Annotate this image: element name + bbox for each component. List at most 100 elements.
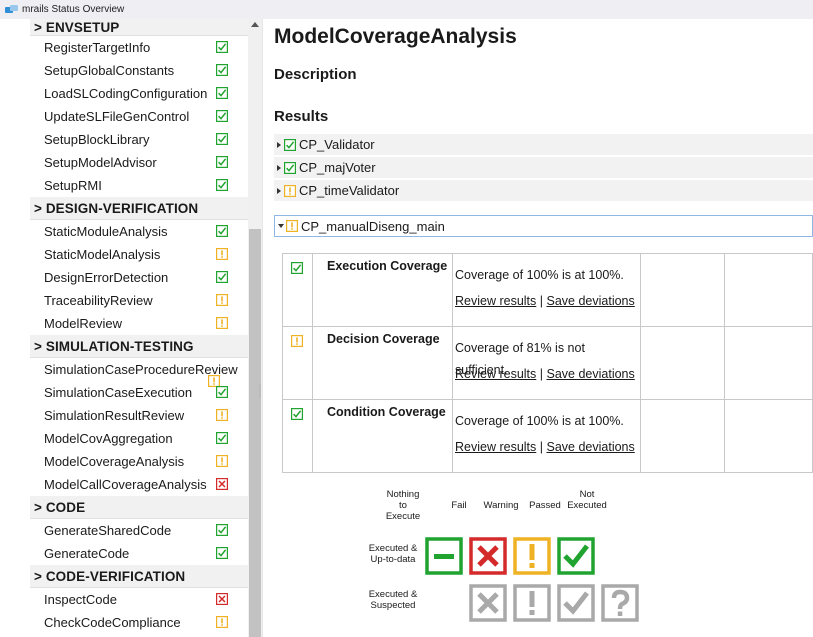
warning-icon [284,184,296,197]
sidebar-item[interactable]: SetupBlockLibrary [30,128,248,151]
result-label: CP_majVoter [299,160,376,175]
sidebar-item[interactable]: ModelCovAggregation [30,427,248,450]
expand-right-icon[interactable] [277,187,281,194]
description-heading: Description [274,66,357,83]
coverage-row: Decision Coverage Coverage of 81% is not … [282,326,813,400]
sidebar-scrollbar[interactable] [248,19,262,637]
results-heading: Results [274,108,329,125]
expand-down-icon[interactable] [278,224,284,228]
warning-icon [216,409,228,421]
sidebar-item-label: InspectCode [44,592,117,607]
sidebar-item-label: SimulationResultReview [44,408,185,423]
sidebar-item[interactable]: InspectCode [30,588,248,611]
passed-check-icon [216,432,228,444]
coverage-row: Execution Coverage Coverage of 100% is at… [282,253,813,327]
sidebar-item-label: CheckCodeCompliance [44,615,181,630]
save-deviations-link[interactable]: Save deviations [547,294,635,308]
sidebar-item[interactable]: ModelCoverageAnalysis [30,450,248,473]
link-separator: | [539,440,544,454]
scroll-up-icon[interactable] [251,22,259,27]
coverage-text: Coverage of 100% is at 100%. [455,414,624,428]
sidebar-item[interactable]: SimulationCaseProcedureReview [30,358,248,387]
review-results-link[interactable]: Review results [455,440,536,454]
sidebar-section-header[interactable]: > SIMULATION-TESTING [30,335,248,358]
status-legend: Nothing to Execute Fail Warning Passed Not Exe… [363,485,683,635]
review-results-link[interactable]: Review results [455,367,536,381]
sidebar-item[interactable]: UpdateSLFileGenControl [30,105,248,128]
sidebar-item-label: TraceabilityReview [44,293,153,308]
sidebar-item-label: ModelCallCoverageAnalysis [44,477,207,492]
passed-check-icon [216,524,228,536]
sidebar-item-label: SimulationCaseExecution [44,385,193,400]
sidebar-item[interactable]: RegisterTargetInfo [30,36,248,59]
warning-icon [286,220,298,232]
warning-icon [291,334,303,347]
sidebar-section-header[interactable]: > CODE-VERIFICATION [30,565,248,588]
coverage-name: Execution Coverage [312,253,453,327]
passed-check-icon [216,110,228,122]
save-deviations-link[interactable]: Save deviations [547,440,635,454]
result-row[interactable]: CP_timeValidator [274,180,813,202]
sidebar-item[interactable]: DesignErrorDetection [30,266,248,289]
review-results-link[interactable]: Review results [455,294,536,308]
sidebar-item[interactable]: StaticModuleAnalysis [30,220,248,243]
sidebar-item[interactable]: SimulationCaseExecution [30,381,248,404]
sidebar-item[interactable]: SimulationResultReview [30,404,248,427]
sidebar-item-label: StaticModelAnalysis [44,247,161,262]
sidebar-item-label: SetupModelAdvisor [44,155,157,170]
passed-check-icon [216,386,228,398]
sidebar-item[interactable]: SetupRMI [30,174,248,197]
sidebar-item[interactable]: TraceabilityReview [30,289,248,312]
legend-column-label: Warning [483,500,519,511]
scroll-thumb[interactable] [249,229,261,637]
link-separator: | [539,367,544,381]
fail-x-icon [216,478,228,490]
sidebar-item[interactable]: SetupGlobalConstants [30,59,248,82]
not-executed-icon [601,584,639,622]
sidebar-item[interactable]: GenerateCode [30,542,248,565]
passed-check-icon [216,271,228,283]
sidebar-item-label: ModelCovAggregation [44,431,173,446]
sidebar-item[interactable]: CheckCodeCompliance [30,611,248,634]
passed-check-icon [216,133,228,145]
passed-check-icon [216,179,228,191]
warning-icon [216,248,228,260]
result-label: CP_Validator [299,137,375,152]
warning-icon [513,537,551,575]
sidebar-item[interactable]: ModelCallCoverageAnalysis [30,473,248,496]
sidebar-item-label: StaticModuleAnalysis [44,224,168,239]
passed-check-icon [284,161,296,174]
save-deviations-link[interactable]: Save deviations [547,367,635,381]
result-row[interactable]: CP_Validator [274,134,813,156]
fail-x-icon [216,593,228,605]
sidebar-item-label: UpdateSLFileGenControl [44,109,190,124]
sidebar-section-header[interactable]: > CODE [30,496,248,519]
sidebar-item[interactable]: GenerateSharedCode [30,519,248,542]
sidebar: > ENVSETUP RegisterTargetInfo SetupGlobalC… [30,19,248,637]
passed-check-icon [291,407,303,420]
sidebar-item[interactable]: SetupModelAdvisor [30,151,248,174]
coverage-row: Condition Coverage Coverage of 100% is at… [282,399,813,473]
result-row[interactable]: CP_majVoter [274,157,813,179]
expand-right-icon[interactable] [277,141,281,148]
window-titlebar: mrails Status Overview [0,0,813,19]
expand-right-icon[interactable] [277,164,281,171]
sidebar-item[interactable]: LoadSLCodingConfiguration [30,82,248,105]
empty-cell [640,253,725,327]
result-label: CP_manualDiseng_main [301,218,445,234]
sidebar-item-label: ModelReview [44,316,123,331]
warning-icon [216,294,228,306]
sidebar-item-label: ModelCoverageAnalysis [44,454,185,469]
result-row[interactable]: CP_manualDiseng_main [274,215,813,237]
sidebar-section-header[interactable]: > DESIGN-VERIFICATION [30,197,248,220]
sidebar-section-header[interactable]: > ENVSETUP [30,19,248,36]
warning-icon [216,455,228,467]
legend-column-label: Not Executed [567,489,607,511]
splitter-grip-icon[interactable] [259,384,261,398]
passed-suspected-icon [557,584,595,622]
passed-check-icon [216,547,228,559]
empty-cell [724,399,813,473]
sidebar-item[interactable]: ModelReview [30,312,248,335]
fail-icon [469,537,507,575]
sidebar-item[interactable]: StaticModelAnalysis [30,243,248,266]
